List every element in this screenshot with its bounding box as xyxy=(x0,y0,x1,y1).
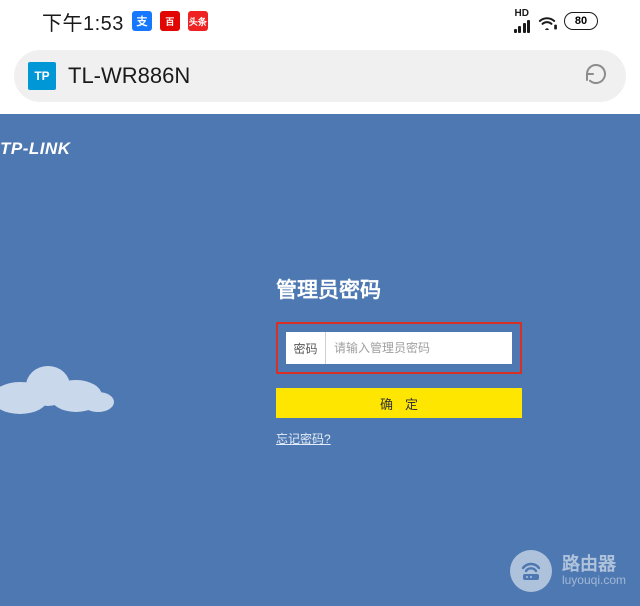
status-bar: 下午1:53 支 百 头条 HD 80 xyxy=(0,0,640,42)
address-bar-container: TP TL-WR886N xyxy=(0,42,640,114)
login-panel: 管理员密码 密码 确定 忘记密码? xyxy=(276,274,522,448)
login-title: 管理员密码 xyxy=(276,274,522,304)
reload-icon[interactable] xyxy=(584,62,608,91)
router-icon xyxy=(510,550,552,592)
brand-logo: TP-LINK xyxy=(0,139,71,159)
alipay-icon: 支 xyxy=(132,11,152,31)
toutiao-icon: 头条 xyxy=(188,11,208,31)
baidu-icon: 百 xyxy=(160,11,180,31)
address-text[interactable]: TL-WR886N xyxy=(68,63,572,89)
forgot-password-link[interactable]: 忘记密码? xyxy=(276,430,331,447)
status-right: HD 80 xyxy=(514,9,599,33)
password-field-row: 密码 xyxy=(286,332,512,364)
password-field-highlight: 密码 xyxy=(276,322,522,374)
submit-button[interactable]: 确定 xyxy=(276,388,522,418)
cloud-decoration xyxy=(0,356,120,416)
password-input[interactable] xyxy=(326,332,512,364)
clock: 下午1:53 xyxy=(42,7,124,36)
watermark-title: 路由器 xyxy=(562,554,626,575)
address-bar[interactable]: TP TL-WR886N xyxy=(14,50,626,102)
wifi-icon xyxy=(536,12,558,30)
password-label: 密码 xyxy=(286,332,326,364)
page-content: TP-LINK 管理员密码 密码 确定 忘记密码? xyxy=(0,114,640,606)
cellular-signal-icon: HD xyxy=(514,9,531,33)
battery-icon: 80 xyxy=(564,12,598,30)
status-left: 下午1:53 支 百 头条 xyxy=(42,7,208,36)
watermark: 路由器 luyouqi.com xyxy=(510,550,626,592)
watermark-domain: luyouqi.com xyxy=(562,574,626,588)
site-favicon: TP xyxy=(28,62,56,90)
